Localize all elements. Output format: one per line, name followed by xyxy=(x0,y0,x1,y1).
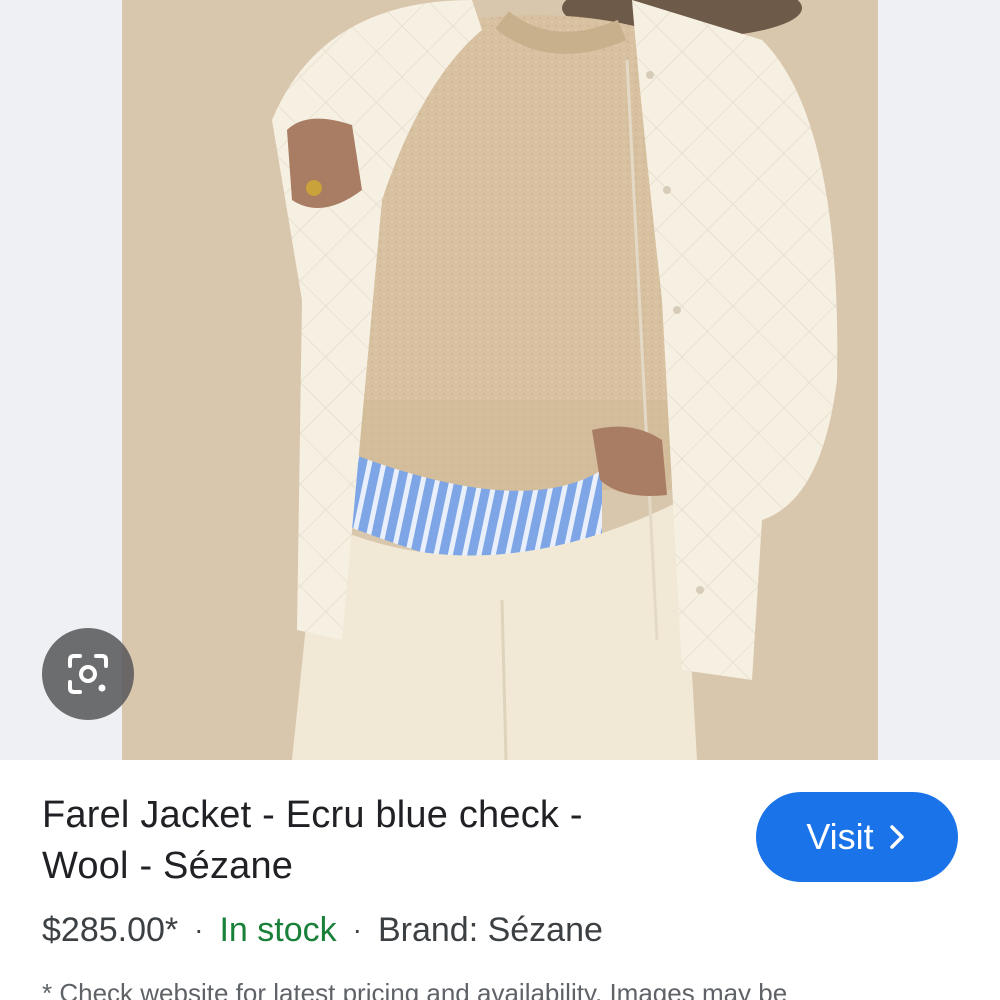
google-lens-icon xyxy=(68,654,108,694)
google-lens-button[interactable] xyxy=(42,628,134,720)
product-title[interactable]: Farel Jacket - Ecru blue check - Wool - … xyxy=(42,790,722,892)
product-image[interactable] xyxy=(122,0,878,760)
chevron-right-icon xyxy=(889,825,904,849)
visit-button-label: Visit xyxy=(806,816,874,857)
product-meta-row: $285.00* · In stock · Brand: Sézane xyxy=(42,906,603,954)
availability-status: In stock xyxy=(219,910,337,949)
pricing-disclaimer: * Check website for latest pricing and a… xyxy=(42,978,788,1000)
separator-dot: · xyxy=(352,914,362,945)
product-title-line-1: Farel Jacket - Ecru blue check - xyxy=(42,794,583,836)
product-brand: Brand: Sézane xyxy=(377,910,603,949)
product-image-area xyxy=(0,0,1000,760)
separator-dot: · xyxy=(194,914,204,945)
product-price: $285.00* xyxy=(42,910,179,949)
visit-button[interactable]: Visit xyxy=(756,792,958,882)
product-title-line-2: Wool - Sézane xyxy=(42,845,294,887)
product-detail-page: Farel Jacket - Ecru blue check - Wool - … xyxy=(0,0,1000,1000)
